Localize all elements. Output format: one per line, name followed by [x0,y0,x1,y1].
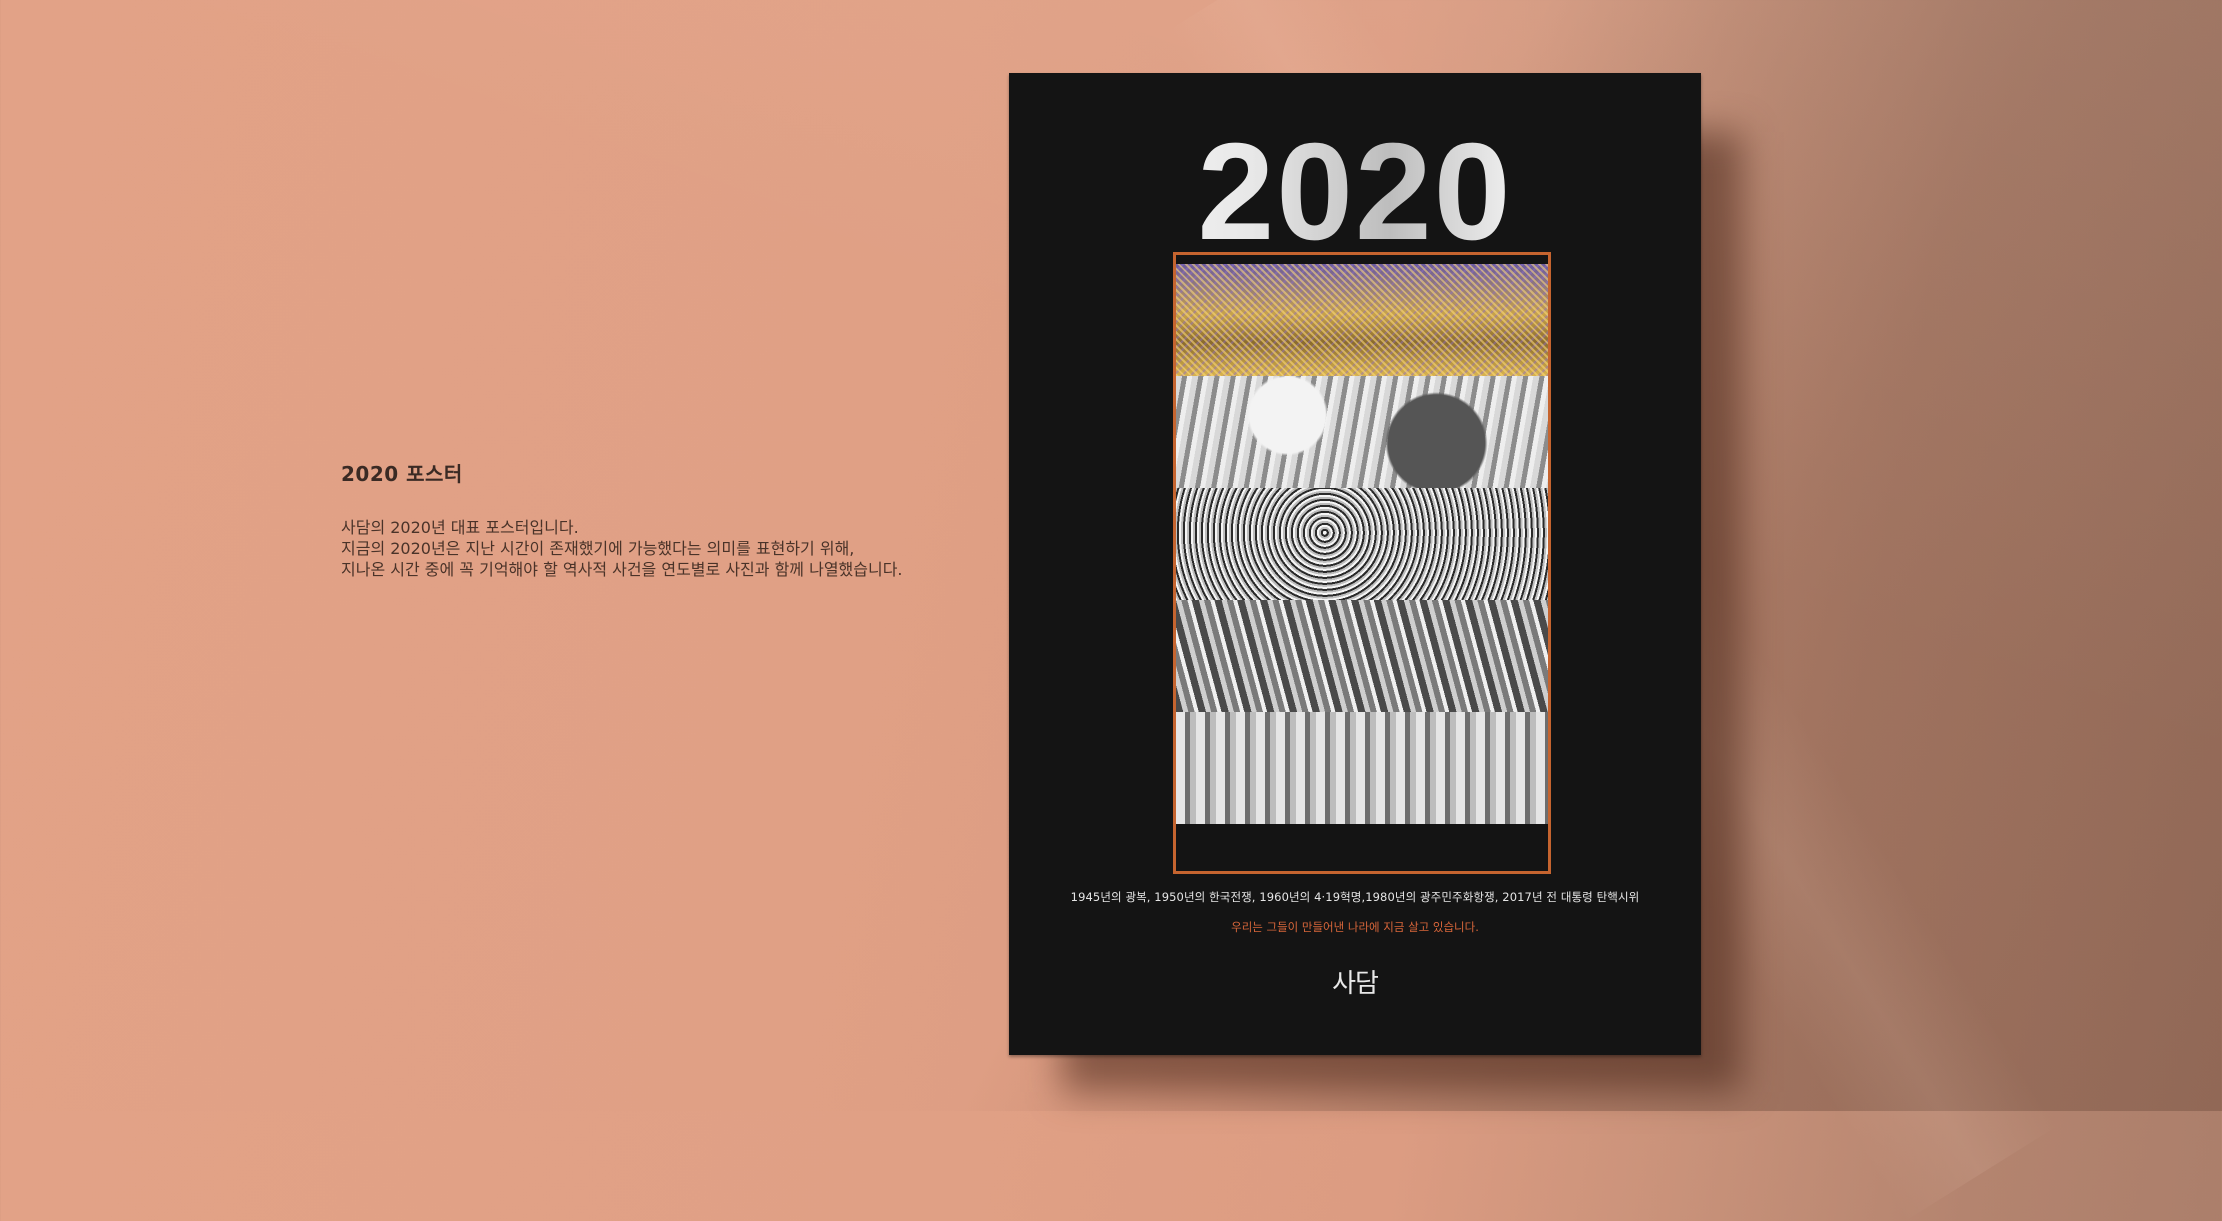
years-frame: 2017 1980 1960 1950 1945 [1173,252,1551,874]
poster-description: 2020 포스터 사담의 2020년 대표 포스터입니다. 지금의 2020년은… [341,458,903,580]
poster: 2020 2017 1980 1960 1950 1945 1945년의 광복,… [1009,73,1701,1055]
poster-caption: 1945년의 광복, 1950년의 한국전쟁, 1960년의 4·19혁명,19… [1070,890,1640,904]
sadam-logo: 사담 [1332,969,1379,999]
description-line-1: 사담의 2020년 대표 포스터입니다. [341,518,579,537]
poster-subcaption: 우리는 그들이 만들어낸 나라에 지금 살고 있습니다. [1231,920,1479,934]
poster-headline-year: 2020 [1009,123,1701,261]
year-1945: 1945 [1176,712,1548,824]
description-line-3: 지나온 시간 중에 꼭 기억해야 할 역사적 사건을 연도별로 사진과 함께 나… [341,560,903,579]
description-title: 2020 포스터 [341,462,463,486]
year-list: 2017 1980 1960 1950 1945 [1176,264,1548,824]
description-line-2: 지금의 2020년은 지난 시간이 존재했기에 가능했다는 의미를 표현하기 위… [341,539,855,558]
